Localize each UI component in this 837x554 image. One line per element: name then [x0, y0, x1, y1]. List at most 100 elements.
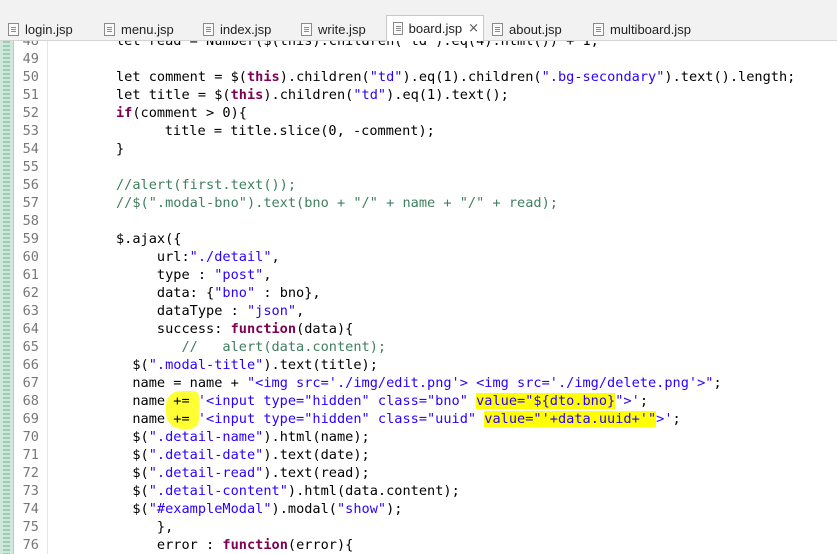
- keyword-token: function: [222, 537, 288, 553]
- tab-menu-jsp[interactable]: menu.jsp: [98, 17, 194, 41]
- code-text: name = name + "<img src='./img/edit.png'…: [116, 374, 722, 392]
- code-token: url:: [116, 249, 190, 265]
- code-token: ).text(title);: [263, 357, 378, 373]
- string-token: "bno": [214, 285, 256, 301]
- code-token: ).children(: [263, 87, 354, 103]
- code-token: title = title.slice(0, -comment);: [132, 123, 435, 139]
- tab-label: board.jsp: [408, 21, 463, 36]
- code-token: ).html(data.content);: [287, 483, 460, 499]
- string-token: value="${dto.bno}: [476, 393, 616, 409]
- code-token: $(: [116, 501, 149, 517]
- code-token: $(: [116, 429, 149, 445]
- code-token: ).text(read);: [263, 465, 370, 481]
- code-token: let title = $(: [116, 87, 231, 103]
- keyword-token: function: [230, 321, 297, 337]
- code-text: if(comment > 0){: [116, 104, 247, 122]
- code-line: 73 $(".detail-content").html(data.conten…: [0, 482, 837, 500]
- line-number: 50: [22, 69, 39, 85]
- tab-login-jsp[interactable]: login.jsp: [2, 17, 96, 41]
- string-token: ".detail-date": [148, 447, 264, 463]
- code-token: (comment > 0){: [132, 105, 247, 121]
- tab-label: write.jsp: [318, 21, 366, 37]
- line-number: 74: [22, 501, 39, 517]
- string-token: "json": [246, 303, 297, 319]
- code-token: ;: [713, 375, 722, 391]
- jsp-file-icon: [593, 22, 604, 36]
- tab-multiboard-jsp[interactable]: multiboard.jsp: [587, 17, 707, 41]
- code-editor[interactable]: 48 let read = Number($(this).children("td…: [0, 41, 837, 554]
- string-token: "#exampleModal": [148, 501, 272, 517]
- code-text: // alert(data.content);: [116, 338, 386, 356]
- string-token: ">': [615, 393, 640, 409]
- code-line: 61 type : "post",: [0, 266, 837, 284]
- code-text: data: {"bno" : bno},: [116, 284, 321, 302]
- comment-token: //alert(first.text());: [116, 177, 297, 193]
- code-line: 58: [0, 212, 837, 230]
- code-line: 64 success: function(data){: [0, 320, 837, 338]
- code-line: 75 },: [0, 518, 837, 536]
- code-line: 56 //alert(first.text());: [0, 176, 837, 194]
- code-token: ).modal(: [271, 501, 337, 517]
- code-token: },: [116, 519, 174, 535]
- tab-about-jsp[interactable]: about.jsp: [486, 17, 580, 41]
- code-line: 55: [0, 158, 837, 176]
- code-line: 66 $(".modal-title").text(title);: [0, 356, 837, 374]
- code-line: 54}: [0, 140, 837, 158]
- code-text: $("#exampleModal").modal("show");: [116, 500, 402, 518]
- string-token: '<input type="hidden" class="bno": [197, 393, 477, 409]
- jsp-file-icon: [301, 22, 312, 36]
- string-token: "./detail": [189, 249, 272, 265]
- comment-token: //$(".modal-bno").text(bno + "/" + name …: [116, 195, 558, 211]
- line-number: 56: [22, 177, 39, 193]
- code-line: 60 url:"./detail",: [0, 248, 837, 266]
- line-number: 70: [22, 429, 39, 445]
- line-number: 60: [22, 249, 39, 265]
- code-line: 72 $(".detail-read").text(read);: [0, 464, 837, 482]
- code-text: name += '<input type="hidden" class="bno…: [116, 392, 648, 410]
- string-token: value="'+data.uuid+'": [484, 411, 657, 427]
- code-line: 52 if(comment > 0){: [0, 104, 837, 122]
- code-token: : bno},: [255, 285, 321, 301]
- code-text: $(".modal-title").text(title);: [116, 356, 378, 374]
- code-token: $(: [116, 447, 149, 463]
- string-token: >': [656, 411, 673, 427]
- code-token: ).eq(1).children(: [402, 69, 542, 85]
- line-number: 55: [22, 159, 39, 175]
- tab-index-jsp[interactable]: index.jsp: [197, 17, 293, 41]
- tab-label: about.jsp: [509, 21, 562, 37]
- code-token: (data){: [296, 321, 354, 337]
- string-token: ".detail-name": [148, 429, 264, 445]
- code-token: data: {: [116, 285, 215, 301]
- line-number: 66: [22, 357, 39, 373]
- tab-write-jsp[interactable]: write.jsp: [295, 17, 384, 41]
- code-token: name = name +: [116, 375, 247, 391]
- tab-board-jsp[interactable]: board.jsp ×: [386, 15, 484, 41]
- tab-label: menu.jsp: [121, 21, 174, 37]
- line-number: 52: [22, 105, 39, 121]
- code-line: 71 $(".detail-date").text(date);: [0, 446, 837, 464]
- keyword-token: this: [230, 87, 264, 103]
- code-line: 59 $.ajax({: [0, 230, 837, 248]
- code-token: $.ajax({: [116, 231, 182, 247]
- code-line: 50 let comment = $(this).children("td").e…: [0, 68, 837, 86]
- code-text: url:"./detail",: [116, 248, 280, 266]
- code-token: ).children(: [279, 69, 370, 85]
- code-token: ).text(date);: [263, 447, 370, 463]
- code-text: name += '<input type="hidden" class="uui…: [116, 410, 681, 428]
- code-line: 48 let read = Number($(this).children("td…: [0, 41, 837, 50]
- code-token: ).html(name);: [263, 429, 370, 445]
- string-token: "td": [369, 69, 403, 85]
- code-text: },: [116, 518, 173, 536]
- line-number: 72: [22, 465, 39, 481]
- line-number: 76: [22, 537, 39, 553]
- line-number: 59: [22, 231, 39, 247]
- code-token: $(: [116, 357, 149, 373]
- close-icon[interactable]: ×: [468, 21, 479, 36]
- code-line: 74 $("#exampleModal").modal("show");: [0, 500, 837, 518]
- line-number: 71: [22, 447, 39, 463]
- line-number: 73: [22, 483, 39, 499]
- code-line: 49: [0, 50, 837, 68]
- code-line: 69 name += '<input type="hidden" class="…: [0, 410, 837, 428]
- line-number: 64: [22, 321, 39, 337]
- jsp-file-icon: [203, 22, 214, 36]
